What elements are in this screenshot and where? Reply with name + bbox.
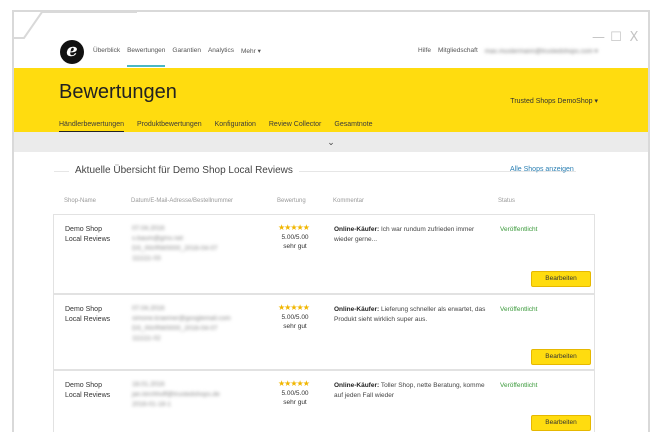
shop-name: Demo Shop Local Reviews [65, 226, 111, 243]
account-nav: Hilfe Mitgliedschaft max.mustermann@trus… [418, 47, 598, 55]
page-header: Bewertungen Trusted Shops DemoShop ▾ Hän… [14, 68, 648, 133]
nav-help[interactable]: Hilfe [418, 47, 431, 55]
column-header-details: Datum/E-Mail-Adresse/Bestellnummer [131, 198, 234, 204]
nav-more-dropdown[interactable]: Mehr ▾ [241, 47, 261, 61]
column-header-rating: Bewertung [277, 198, 306, 204]
review-details: 07.04.2016 s.baum@gmx.net DS_INVRW0000_20… [132, 225, 218, 262]
star-rating: ★★★★★ [278, 223, 310, 232]
review-row: Demo Shop Local Reviews 18.01.2016 jan.kir… [53, 370, 595, 432]
review-comment: Online-Käufer: Lieferung schneller als e… [334, 306, 486, 323]
review-comment: Online-Käufer: Ich war rundum zufrieden … [334, 226, 475, 243]
edit-button[interactable]: Bearbeiten [531, 271, 591, 287]
nav-analytics[interactable]: Analytics [208, 47, 234, 61]
star-rating: ★★★★★ [278, 303, 310, 312]
status-badge: Veröffentlicht [500, 226, 538, 233]
account-menu[interactable]: max.mustermann@trustedshops.com ▾ [485, 47, 598, 55]
rating-score: 5.00/5.00 sehr gut [281, 390, 309, 406]
main-nav: Überblick Bewertungen Garantien Analytic… [93, 47, 261, 67]
shop-name: Demo Shop Local Reviews [65, 306, 111, 323]
shop-name: Demo Shop Local Reviews [65, 382, 111, 399]
column-header-shop: Shop-Name [64, 198, 97, 204]
edit-button[interactable]: Bearbeiten [531, 349, 591, 365]
nav-membership[interactable]: Mitgliedschaft [438, 47, 478, 55]
review-comment: Online-Käufer: Toller Shop, nette Beratu… [334, 382, 485, 399]
rating-score: 5.00/5.00 sehr gut [281, 314, 309, 330]
review-row: Demo Shop Local Reviews 07.04.2016 s.baum@… [53, 214, 595, 294]
star-rating: ★★★★★ [278, 379, 310, 388]
status-badge: Veröffentlicht [500, 306, 538, 313]
status-badge: Veröffentlicht [500, 382, 538, 389]
trusted-shops-logo[interactable]: e [60, 40, 84, 64]
edit-button[interactable]: Bearbeiten [531, 415, 591, 431]
section-title: Aktuelle Übersicht für Demo Shop Local R… [69, 165, 299, 176]
review-row: Demo Shop Local Reviews 07.04.2016 simone.… [53, 294, 595, 370]
column-header-status: Status [498, 198, 516, 204]
nav-overview[interactable]: Überblick [93, 47, 120, 61]
top-navigation: e Überblick Bewertungen Garantien Analyt… [14, 40, 648, 68]
nav-reviews[interactable]: Bewertungen [127, 47, 166, 67]
shop-selector[interactable]: Trusted Shops DemoShop ▾ [510, 97, 598, 105]
review-details: 07.04.2016 simone.kraemer@googlemail.com … [132, 305, 231, 342]
page-title: Bewertungen [59, 81, 177, 103]
review-details: 18.01.2016 jan.kirchhoff@trustedshops.de … [132, 381, 220, 408]
rating-score: 5.00/5.00 sehr gut [281, 234, 309, 250]
column-header-comment: Kommentar [333, 198, 365, 204]
chevron-down-icon[interactable]: ⌄ [327, 137, 335, 147]
show-all-shops-link[interactable]: Alle Shops anzeigen [510, 166, 574, 173]
collapse-toggle[interactable]: ⌄ [14, 132, 648, 152]
nav-guarantees[interactable]: Garantien [172, 47, 201, 61]
